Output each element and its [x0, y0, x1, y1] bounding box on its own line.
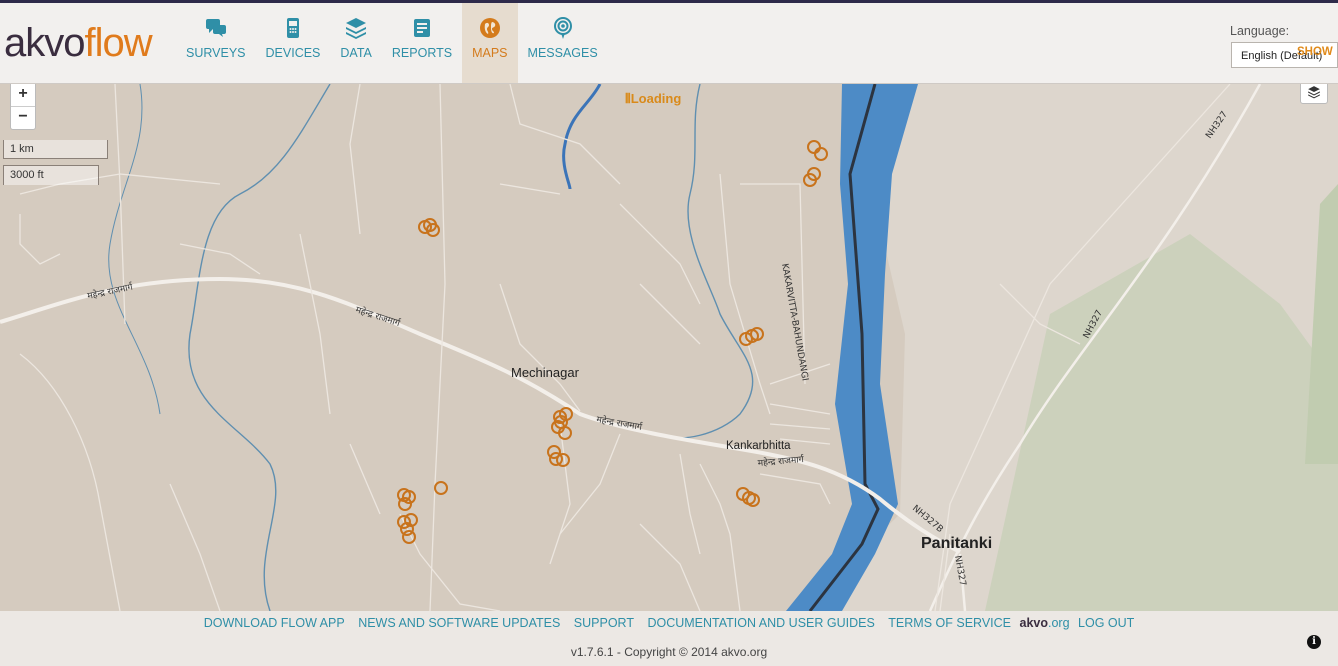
place-label-panitanki: Panitanki: [921, 535, 993, 552]
stream-west: [188, 84, 331, 611]
scale-bar-imperial: 3000 ft: [3, 165, 99, 185]
akvo-org-text: .org: [1048, 616, 1070, 630]
layers-icon: [1308, 86, 1320, 99]
mahendra-highway: [0, 276, 961, 554]
stream-far-west: [108, 84, 161, 415]
stream-center: [659, 84, 754, 439]
map-canvas[interactable]: महेन्द्र राजमार्ग महेन्द्र राजमार्ग महेन…: [0, 84, 1338, 611]
kakarvitta-road-label: KAKARVITTA-BAHUNDANGI: [779, 263, 810, 382]
nav-maps[interactable]: MAPS: [462, 3, 518, 83]
highway-label-3: महेन्द्र राजमार्ग: [595, 413, 643, 433]
nav-surveys[interactable]: SURVEYS: [176, 3, 256, 83]
nav-data-label: DATA: [340, 46, 372, 60]
layers-button[interactable]: [1300, 84, 1328, 104]
place-label-mechinagar: Mechinagar: [511, 365, 579, 380]
akvoflow-logo[interactable]: akvoflow: [4, 21, 153, 65]
nav-data[interactable]: DATA: [330, 3, 381, 83]
marker: [807, 140, 821, 154]
logout-link[interactable]: LOG OUT: [1078, 616, 1134, 630]
info-icon[interactable]: i: [1307, 635, 1321, 649]
documentation-link[interactable]: DOCUMENTATION AND USER GUIDES: [647, 616, 874, 630]
report-book-icon: [413, 19, 430, 37]
zoom-in-button[interactable]: +: [11, 84, 35, 106]
marker: [556, 453, 570, 467]
marker: [746, 493, 760, 507]
language-show-toggle[interactable]: SHOW: [1297, 46, 1333, 58]
data-point-markers: [397, 140, 828, 544]
nav-devices-label: DEVICES: [265, 46, 321, 60]
copyright-text: v1.7.6.1 - Copyright © 2014 akvo.org: [570, 645, 768, 659]
akvo-org-logo[interactable]: akvo.org: [1020, 616, 1070, 630]
support-link[interactable]: SUPPORT: [574, 616, 634, 630]
scale-bar-metric: 1 km: [3, 140, 108, 159]
app-header: akvoflow SURVEYS DEVICES DATA REPORTS MA…: [0, 3, 1338, 84]
loading-indicator: ⦀Loading: [625, 91, 681, 107]
download-flow-app-link[interactable]: DOWNLOAD FLOW APP: [204, 616, 345, 630]
globe-icon: [479, 18, 500, 38]
nav-maps-label: MAPS: [472, 46, 508, 60]
terms-of-service-link[interactable]: TERMS OF SERVICE: [888, 616, 1011, 630]
highway-label-1: महेन्द्र राजमार्ग: [86, 280, 135, 302]
nav-devices[interactable]: DEVICES: [256, 3, 331, 83]
nav-surveys-label: SURVEYS: [186, 46, 246, 60]
marker: [434, 481, 448, 495]
logo-akvo: akvo: [4, 21, 85, 65]
zoom-out-button[interactable]: −: [11, 106, 35, 129]
layers-stack-icon: [346, 18, 367, 39]
place-label-kankarbhitta: Kankarbhitta: [726, 440, 791, 452]
nav-messages[interactable]: MESSAGES: [518, 3, 608, 83]
loading-text: Loading: [630, 91, 682, 106]
phone-icon: [286, 18, 299, 38]
zoom-control: + −: [10, 84, 36, 130]
highway-label-2: महेन्द्र राजमार्ग: [354, 303, 402, 329]
nav-reports[interactable]: REPORTS: [382, 3, 462, 83]
marker: [814, 147, 828, 161]
language-label: Language:: [1230, 24, 1290, 38]
nav-messages-label: MESSAGES: [527, 46, 598, 60]
map-tiles: महेन्द्र राजमार्ग महेन्द्र राजमार्ग महेन…: [0, 84, 1338, 611]
akvo-text: akvo: [1019, 616, 1049, 630]
main-nav: SURVEYS DEVICES DATA REPORTS MAPS MESSAG…: [176, 3, 608, 83]
logo-flow: flow: [84, 21, 153, 65]
footer-links: DOWNLOAD FLOW APP NEWS AND SOFTWARE UPDA…: [0, 616, 1338, 630]
chat-bubbles-icon: [205, 19, 226, 37]
stream-north: [562, 84, 602, 190]
broadcast-pin-icon: [553, 17, 572, 39]
nav-reports-label: REPORTS: [391, 46, 453, 60]
news-updates-link[interactable]: NEWS AND SOFTWARE UPDATES: [358, 616, 560, 630]
app-footer: DOWNLOAD FLOW APP NEWS AND SOFTWARE UPDA…: [0, 611, 1338, 666]
marker: [398, 497, 412, 511]
